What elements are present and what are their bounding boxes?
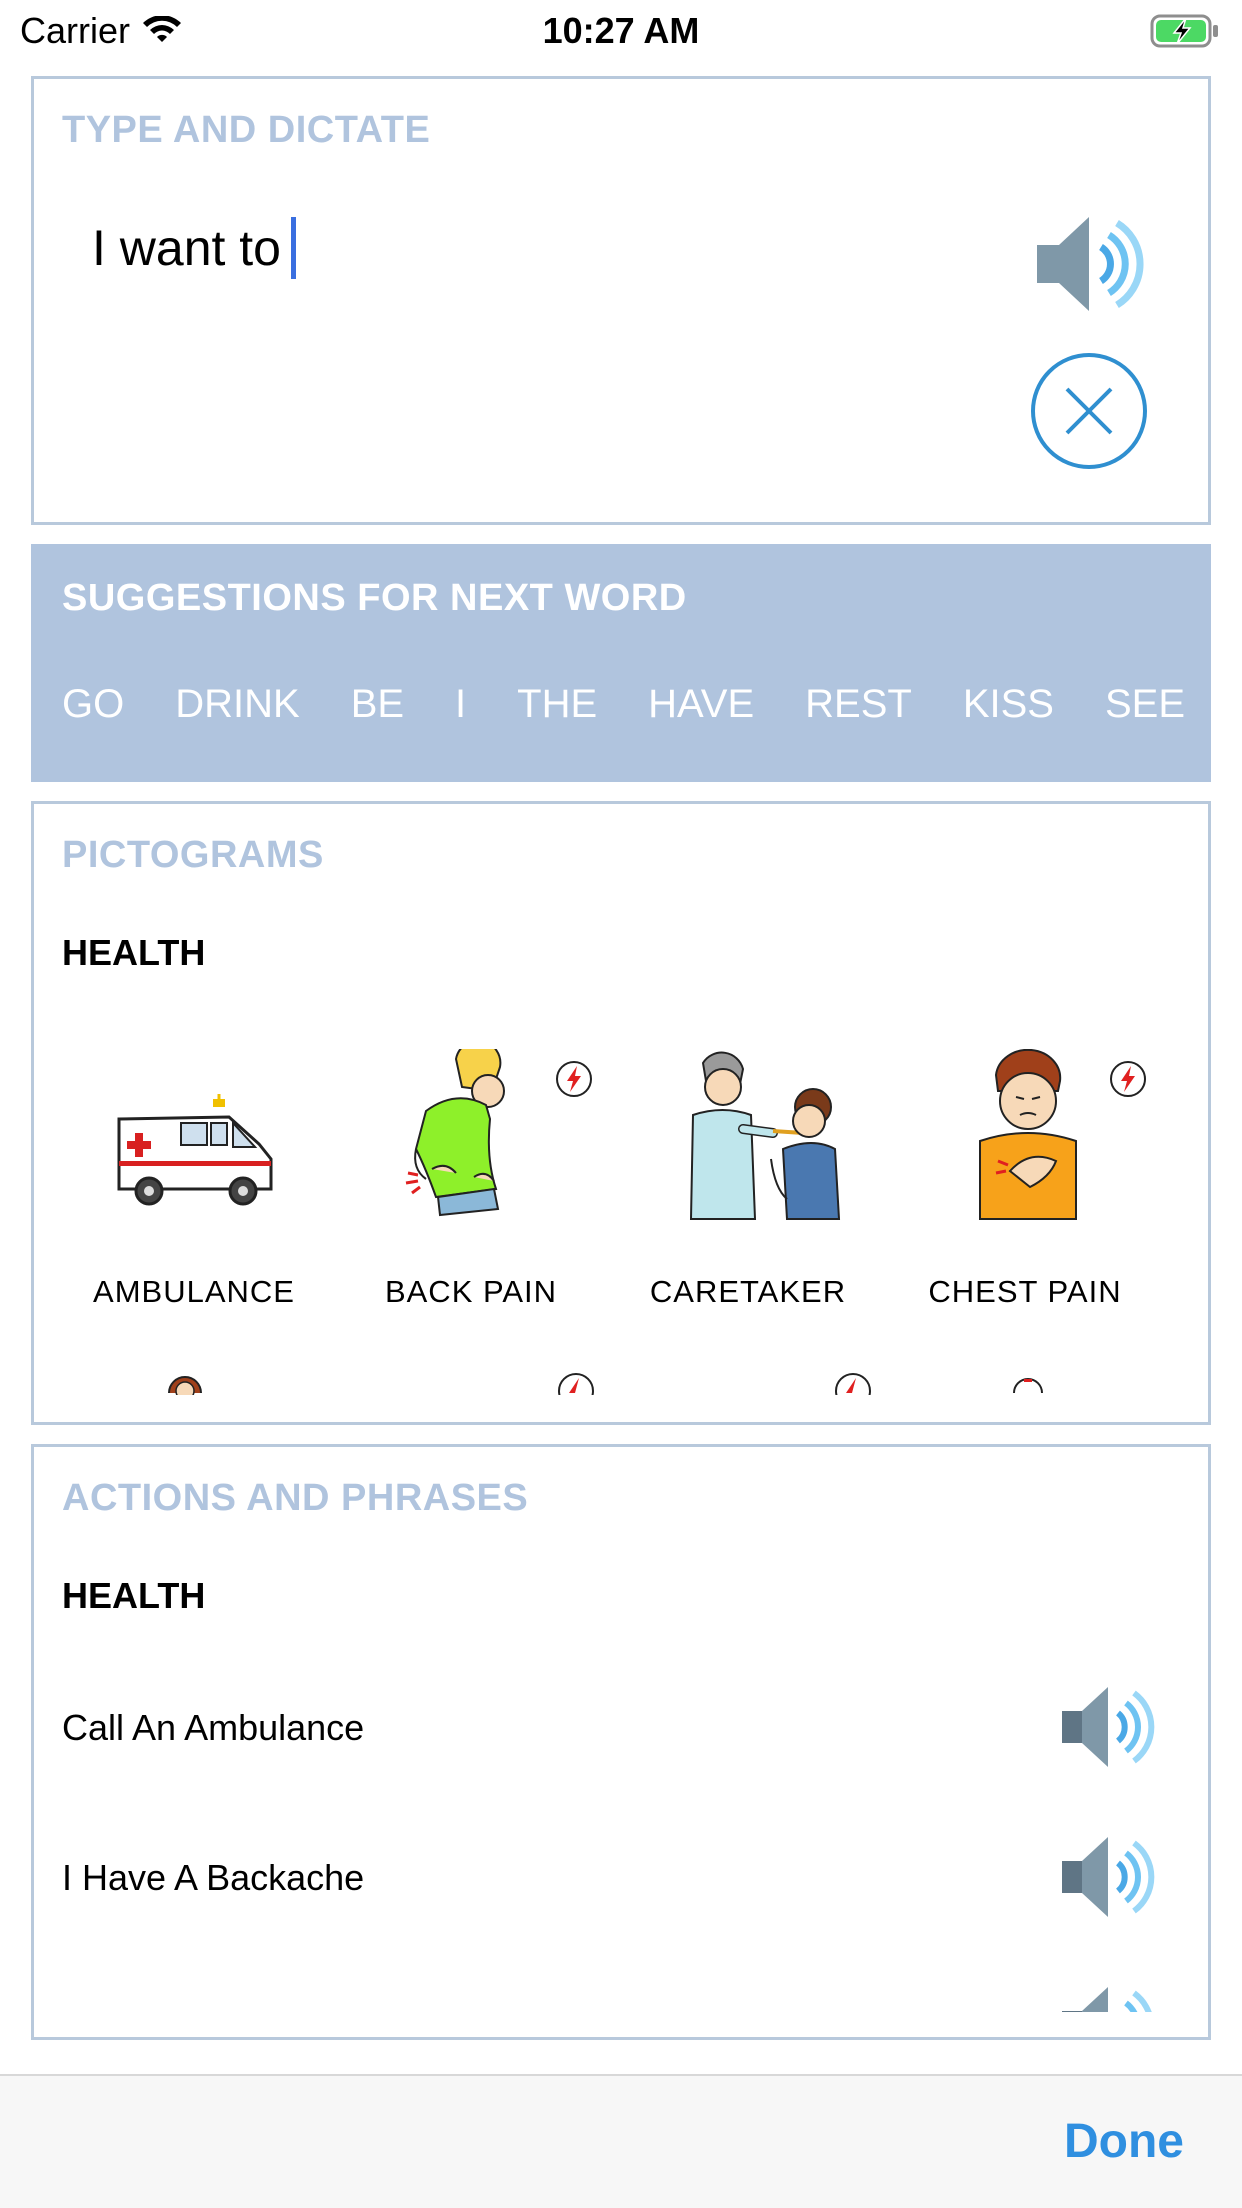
pictogram-ambulance[interactable]: AMBULANCE	[59, 1049, 329, 1349]
pain-badge-icon	[835, 1373, 871, 1395]
pictogram-label: CARETAKER	[649, 1274, 847, 1309]
actions-category-heading: HEALTH	[62, 1575, 206, 1616]
pain-badge-icon	[558, 1373, 594, 1395]
pictogram-partial[interactable]	[890, 1371, 1160, 1422]
pictogram-label: BACK PAIN	[384, 1274, 558, 1309]
status-time: 10:27 AM	[542, 10, 700, 51]
speaker-icon[interactable]	[1052, 1977, 1162, 2012]
battery-charging-icon	[1150, 14, 1220, 53]
pictogram-grid: AMBULANCE BACK PAIN CARETAKER CHEST PAIN	[59, 1049, 1189, 1422]
clear-text-button[interactable]	[1029, 351, 1149, 471]
suggestion-word[interactable]: HAVE	[648, 682, 754, 727]
phrase-row[interactable]: I Have A Backache	[62, 1827, 1182, 1927]
suggestions-card: SUGGESTIONS FOR NEXT WORD GO DRINK BE I …	[31, 544, 1211, 782]
nurse-icon	[1013, 1378, 1043, 1394]
typed-text-value: I want to	[92, 220, 281, 276]
person-icon	[168, 1376, 202, 1395]
pictogram-label: AMBULANCE	[93, 1274, 295, 1309]
suggestion-word[interactable]: I	[455, 682, 466, 727]
ambulance-icon	[117, 1094, 273, 1206]
pictogram-caretaker[interactable]: CARETAKER	[613, 1049, 883, 1349]
actions-title: ACTIONS AND PHRASES	[62, 1477, 529, 1519]
pictogram-chest-pain[interactable]: CHEST PAIN	[890, 1049, 1160, 1349]
pictogram-partial[interactable]	[59, 1371, 329, 1422]
close-circle-icon	[1031, 353, 1147, 469]
suggestions-title: SUGGESTIONS FOR NEXT WORD	[62, 577, 687, 619]
suggestion-word[interactable]: SEE	[1105, 682, 1185, 727]
speak-text-button[interactable]	[1029, 207, 1149, 317]
speaker-icon	[1037, 217, 1144, 311]
caretaker-icon	[689, 1051, 841, 1220]
suggestion-word[interactable]: BE	[351, 682, 404, 727]
chest-pain-icon	[979, 1049, 1077, 1220]
phrase-text: Call An Ambulance	[62, 1707, 365, 1748]
pictograms-card: PICTOGRAMS HEALTH AMBULANCE BACK PAIN CA…	[31, 801, 1211, 1425]
speaker-icon[interactable]	[1052, 1827, 1162, 1927]
type-card-title: TYPE AND DICTATE	[62, 109, 431, 151]
status-bar: Carrier 10:27 AM	[0, 0, 1242, 62]
pictogram-label: CHEST PAIN	[928, 1274, 1122, 1309]
phrase-text: I Have A Backache	[62, 1857, 365, 1898]
type-and-dictate-card: TYPE AND DICTATE I want to	[31, 76, 1211, 525]
suggestion-word[interactable]: GO	[62, 682, 124, 727]
suggestion-word[interactable]: THE	[517, 682, 597, 727]
back-pain-icon	[405, 1049, 505, 1217]
pictogram-partial[interactable]	[336, 1371, 606, 1422]
pictogram-partial[interactable]	[613, 1371, 883, 1422]
suggestion-list: GO DRINK BE I THE HAVE REST KISS SEE	[62, 682, 1185, 727]
actions-and-phrases-card: ACTIONS AND PHRASES HEALTH Call An Ambul…	[31, 1444, 1211, 2040]
done-button[interactable]: Done	[1064, 2114, 1184, 2169]
speaker-icon[interactable]	[1052, 1677, 1162, 1777]
text-caret	[291, 217, 296, 279]
suggestion-word[interactable]: KISS	[963, 682, 1054, 727]
suggestion-word[interactable]: DRINK	[175, 682, 299, 727]
dictation-text-input[interactable]: I want to	[92, 217, 296, 279]
suggestion-word[interactable]: REST	[805, 682, 912, 727]
phrase-row[interactable]: Call An Ambulance	[62, 1677, 1182, 1777]
bottom-toolbar: Done	[0, 2074, 1242, 2208]
pictograms-title: PICTOGRAMS	[62, 834, 324, 876]
phrase-row-partial[interactable]	[62, 1977, 1182, 2012]
pictogram-back-pain[interactable]: BACK PAIN	[336, 1049, 606, 1349]
pain-badge-icon	[1110, 1061, 1146, 1097]
pictograms-category-heading: HEALTH	[62, 932, 206, 973]
pain-badge-icon	[556, 1061, 592, 1097]
